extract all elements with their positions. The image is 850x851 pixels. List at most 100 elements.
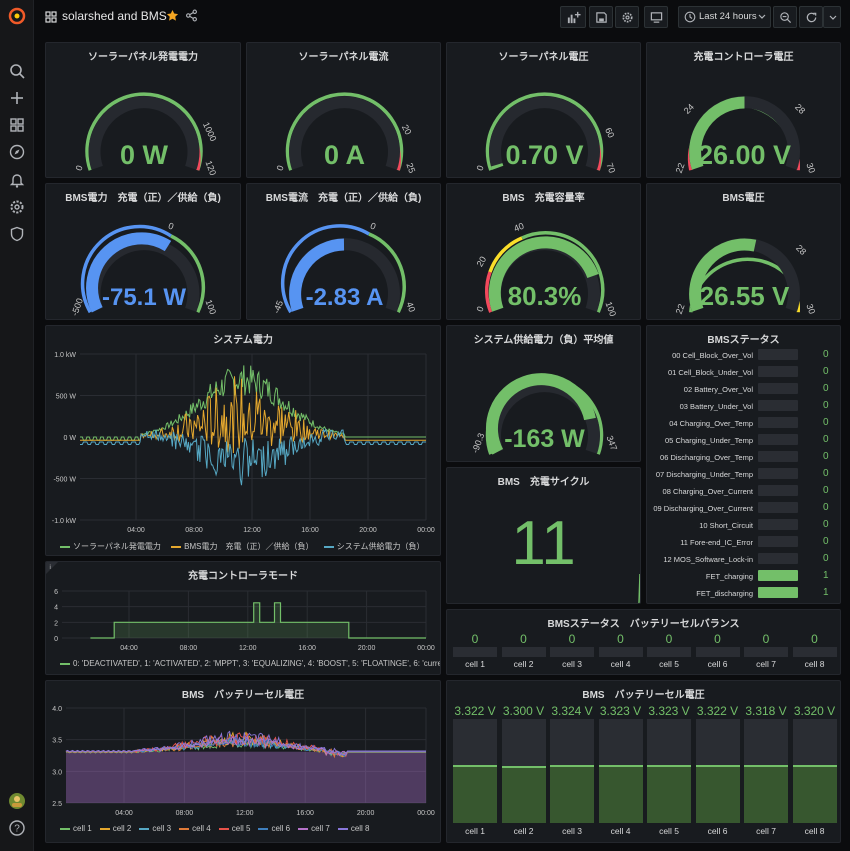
gauge-max-label: 25 — [404, 162, 417, 175]
legend-item[interactable]: システム供給電力（負） — [323, 542, 425, 551]
status-value: 0 — [823, 349, 829, 360]
bar-fill — [550, 765, 594, 823]
gauge: -500 100 0 -75.1 W — [69, 221, 218, 318]
time-range-picker[interactable]: Last 24 hours — [678, 6, 771, 28]
add-panel-button[interactable] — [560, 6, 586, 28]
share-icon[interactable] — [185, 9, 198, 22]
gauge-value: 0.70 V — [505, 140, 583, 170]
status-value: 1 — [823, 587, 829, 598]
gauge: -45 40 0 -2.83 A — [271, 221, 417, 315]
bar-fill — [647, 765, 691, 823]
bar-fill — [453, 765, 497, 823]
legend-item[interactable]: cell 7 — [298, 824, 330, 833]
cell-label: cell 7 — [756, 826, 776, 836]
y-tick-label: 4 — [54, 605, 58, 612]
legend-item[interactable]: cell 2 — [99, 824, 131, 833]
balance-value: 0 — [762, 632, 770, 646]
pv-current-panel[interactable]: ソーラーパネル電流 0 25 20 0 A — [246, 42, 441, 178]
cell-voltage-bar: 3.323 V cell 4 — [598, 701, 643, 841]
gauge: 22 30 24 28 26.00 V — [674, 96, 817, 174]
x-tick-label: 04:00 — [127, 527, 145, 534]
legend-item[interactable]: cell 1 — [60, 824, 92, 833]
plus-icon[interactable] — [8, 89, 26, 107]
refresh-button[interactable] — [799, 6, 823, 28]
gear-icon[interactable] — [8, 198, 26, 216]
legend-item[interactable]: BMS電力 充電（正）／供給（負） — [171, 542, 314, 551]
cell-balance-item: 0 cell 6 — [695, 630, 740, 674]
y-tick-label: -1.0 kW — [52, 518, 77, 525]
x-tick-label: 04:00 — [120, 645, 138, 652]
pv-voltage-panel[interactable]: ソーラーパネル電圧 0 70 60 0.70 V — [446, 42, 641, 178]
soc-panel[interactable]: BMS 充電容量率 0 100 20 40 80.3% — [446, 183, 641, 320]
avatar[interactable] — [8, 792, 26, 810]
chevron-down-icon — [758, 14, 766, 19]
status-value: 0 — [823, 519, 829, 530]
bms-current-panel[interactable]: BMS電流 充電（正）／供給（負) -45 40 0 -2.83 A — [246, 183, 441, 320]
search-icon[interactable] — [8, 62, 26, 80]
dashboard-grid-icon — [45, 11, 57, 23]
top-bar: solarshed and BMS Last 24 hours — [34, 0, 850, 34]
y-tick-label: 3.5 — [52, 738, 62, 745]
status-bar-track — [758, 383, 798, 394]
shield-icon[interactable] — [8, 225, 26, 243]
cell-voltage-bar: 3.318 V cell 7 — [744, 701, 788, 841]
cell-label: cell 6 — [707, 826, 728, 836]
status-label: 02 Battery_Over_Vol — [683, 385, 753, 394]
grafana-logo-icon[interactable] — [8, 7, 26, 25]
bms-voltage-panel[interactable]: BMS電圧 22 30 28 26.55 V — [646, 183, 841, 320]
dashboard-settings-button[interactable] — [615, 6, 639, 28]
legend-item[interactable]: cell 5 — [218, 824, 250, 833]
y-tick-label: 2 — [54, 620, 58, 627]
gauge-threshold-label: 28 — [794, 243, 808, 257]
status-label: 08 Charging_Over_Current — [662, 487, 753, 496]
cell-voltage-chart-panel[interactable]: BMS バッテリーセル電圧 4.0 3.5 3.0 2.5 04:00 08:00 12:0… — [45, 680, 441, 843]
help-icon[interactable]: ? — [8, 819, 26, 837]
cell-voltage-bar: 3.323 V cell 5 — [647, 701, 691, 841]
cycle-count-panel[interactable]: BMS 充電サイクル 11 — [446, 467, 641, 604]
cc-mode-panel[interactable]: i 充電コントローラモード 6 4 2 0 04:00 08:00 12:00 16:00 20… — [45, 561, 441, 675]
cc-voltage-panel[interactable]: 充電コントローラ電圧 22 30 24 28 26.00 V — [646, 42, 841, 178]
status-bar-track — [758, 485, 798, 496]
view-mode-button[interactable] — [644, 6, 668, 28]
cell-voltage-bars-panel[interactable]: BMS バッテリーセル電圧 3.322 V cell 1 3.300 V cell 2… — [446, 680, 841, 843]
x-tick-label: 16:00 — [301, 527, 319, 534]
zoom-out-button[interactable] — [773, 6, 797, 28]
status-label: FET_discharging — [696, 589, 753, 598]
gauge-max-label: 120 — [204, 159, 219, 177]
time-range-label: Last 24 hours — [699, 11, 757, 22]
gauge-min-label: -500 — [69, 297, 85, 317]
refresh-interval-dropdown[interactable] — [823, 6, 841, 28]
pv-power-panel[interactable]: ソーラーパネル発電電力 0 120 1000 0 W — [45, 42, 241, 178]
x-tick-label: 20:00 — [358, 645, 376, 652]
x-tick-label: 12:00 — [236, 810, 254, 817]
gauge-threshold-label: 24 — [682, 102, 696, 116]
legend-item[interactable]: cell 6 — [258, 824, 290, 833]
bms-status-row: 06 Discharging_Over_Temp 0 — [647, 450, 840, 466]
balance-label: cell 1 — [465, 659, 485, 669]
save-dashboard-button[interactable] — [589, 6, 613, 28]
status-bar-fill — [758, 587, 798, 598]
bms-power-panel[interactable]: BMS電力 充電（正）／供給（負) -500 100 0 -75.1 W — [45, 183, 241, 320]
bms-status-row: 05 Charging_Under_Temp 0 — [647, 433, 840, 449]
svg-text:?: ? — [14, 824, 20, 835]
cell-balance-item: 0 cell 5 — [647, 630, 691, 674]
gauge-threshold-label: 1000 — [201, 121, 219, 143]
explore-icon[interactable] — [8, 143, 26, 161]
y-tick-label: 1.0 kW — [54, 352, 76, 359]
sidebar: ? — [0, 0, 34, 851]
cell-balance-panel[interactable]: BMSステータス バッテリーセルバランス 0 cell 1 0 cell 2 0 cell… — [446, 609, 841, 675]
legend-item[interactable]: 0: 'DEACTIVATED', 1: 'ACTIVATED', 2: 'MP… — [73, 659, 440, 668]
bms-status-panel[interactable]: BMSステータス 00 Cell_Block_Over_Vol 0 01 Cell_… — [646, 325, 841, 604]
legend-item[interactable]: cell 3 — [139, 824, 171, 833]
page-title[interactable]: solarshed and BMS — [62, 9, 167, 23]
series-area — [90, 602, 426, 638]
system-power-panel[interactable]: システム電力 1.0 kW 500 W0 W -500 W -1.0 kW 04:00 0… — [45, 325, 441, 556]
legend-item[interactable]: cell 4 — [179, 824, 211, 833]
bell-icon[interactable] — [8, 171, 26, 189]
dashboards-icon[interactable] — [8, 116, 26, 134]
star-icon[interactable] — [166, 9, 179, 22]
legend-item[interactable]: cell 8 — [337, 824, 370, 833]
system-avg-panel[interactable]: システム供給電力（負）平均値 -90.3 347 -163 W — [446, 325, 641, 462]
panel-title: BMSステータス — [707, 335, 780, 346]
legend-item[interactable]: ソーラーパネル発電電力 — [60, 542, 161, 551]
